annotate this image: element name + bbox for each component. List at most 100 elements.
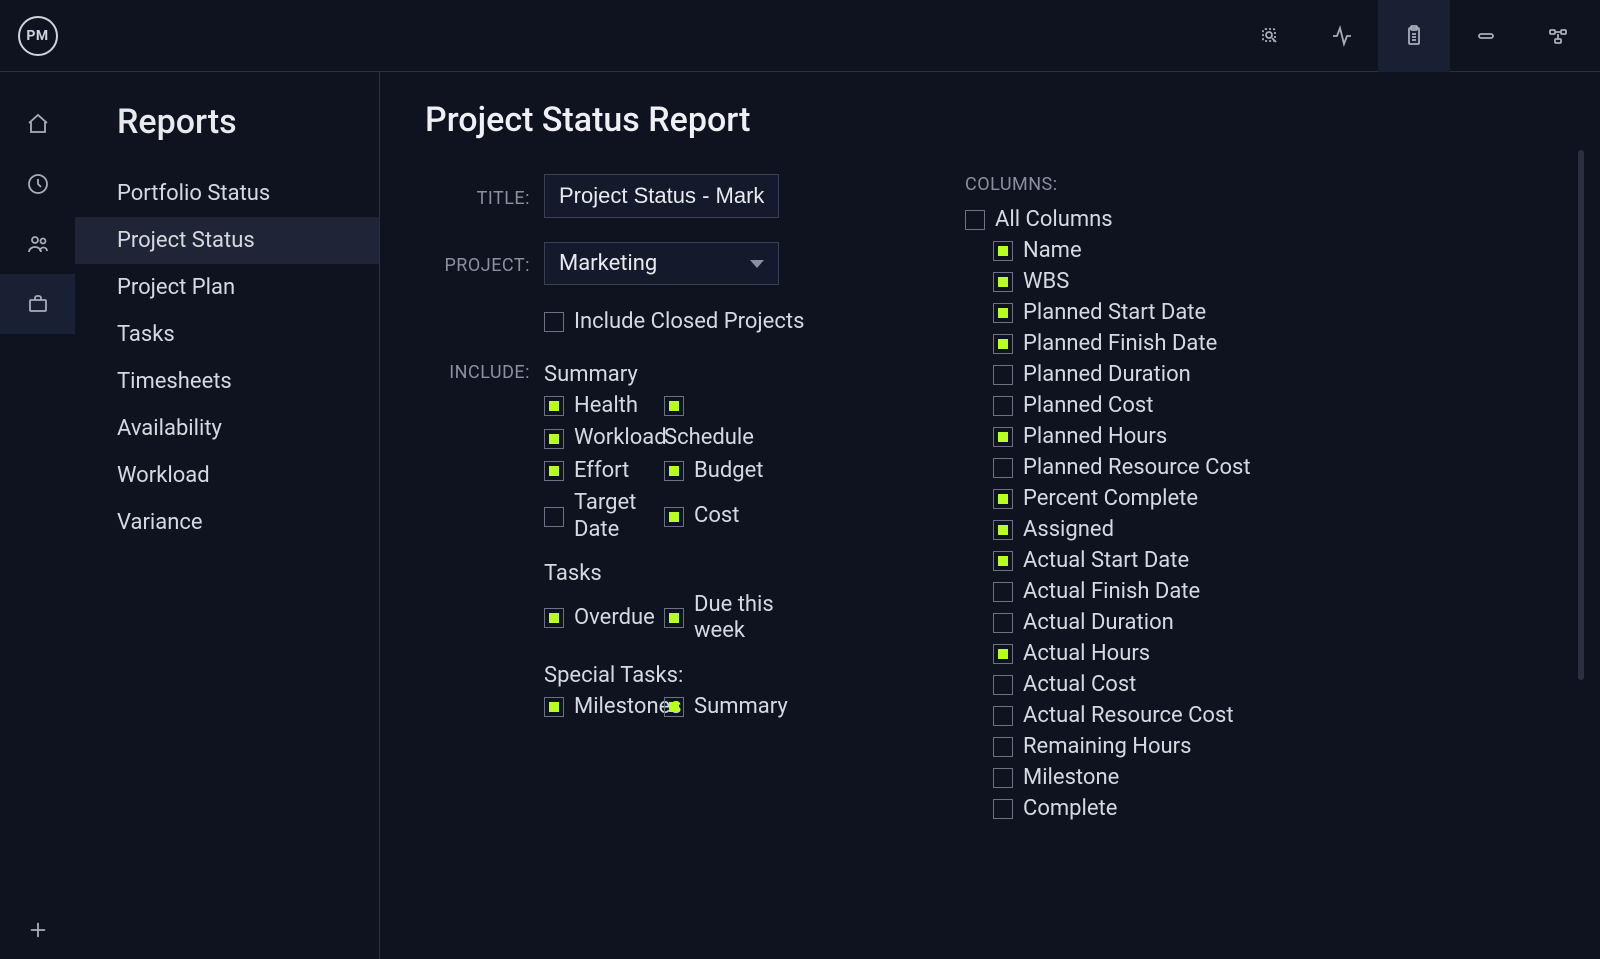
checkbox[interactable]	[965, 210, 985, 230]
clock-icon[interactable]	[0, 154, 75, 214]
column-option[interactable]: Actual Start Date	[965, 548, 1556, 573]
sidebar-item-project-status[interactable]: Project Status	[75, 217, 379, 264]
column-option[interactable]: Planned Start Date	[965, 300, 1556, 325]
column-option[interactable]: Complete	[965, 796, 1556, 821]
column-option-label: Actual Duration	[1023, 610, 1174, 635]
include-option-label: Schedule	[664, 425, 754, 451]
checkbox[interactable]	[664, 608, 684, 628]
include-section-heading: Tasks	[544, 561, 945, 586]
column-option-label: Planned Finish Date	[1023, 331, 1217, 356]
sidebar-item-variance[interactable]: Variance	[75, 499, 379, 546]
include-option[interactable]: Milestones	[544, 694, 664, 720]
column-option[interactable]: Actual Resource Cost	[965, 703, 1556, 728]
checkbox[interactable]	[544, 697, 564, 717]
column-option[interactable]: Actual Hours	[965, 641, 1556, 666]
include-option[interactable]: Cost	[664, 490, 784, 543]
clipboard-icon[interactable]	[1378, 0, 1450, 72]
checkbox[interactable]	[993, 675, 1013, 695]
include-label: INCLUDE:	[425, 358, 530, 383]
title-input[interactable]	[544, 174, 779, 218]
search-zoom-icon[interactable]	[1234, 0, 1306, 72]
include-option-label: Effort	[574, 458, 629, 484]
checkbox[interactable]	[544, 608, 564, 628]
checkbox[interactable]	[993, 365, 1013, 385]
checkbox[interactable]	[993, 520, 1013, 540]
sidebar-item-workload[interactable]: Workload	[75, 452, 379, 499]
column-option[interactable]: Actual Duration	[965, 610, 1556, 635]
sidebar-item-project-plan[interactable]: Project Plan	[75, 264, 379, 311]
checkbox[interactable]	[544, 461, 564, 481]
include-option[interactable]: Workload	[544, 425, 664, 451]
sidebar-item-availability[interactable]: Availability	[75, 405, 379, 452]
include-option[interactable]	[664, 393, 784, 419]
add-button[interactable]	[0, 919, 75, 941]
project-select[interactable]: Marketing	[544, 242, 779, 285]
include-closed-checkbox[interactable]	[544, 312, 564, 332]
checkbox[interactable]	[993, 799, 1013, 819]
column-option-label: Planned Duration	[1023, 362, 1191, 387]
checkbox[interactable]	[993, 737, 1013, 757]
column-option[interactable]: Planned Resource Cost	[965, 455, 1556, 480]
checkbox[interactable]	[993, 303, 1013, 323]
checkbox[interactable]	[993, 241, 1013, 261]
checkbox[interactable]	[993, 582, 1013, 602]
checkbox[interactable]	[993, 272, 1013, 292]
checkbox[interactable]	[664, 507, 684, 527]
include-closed-row[interactable]: Include Closed Projects	[544, 309, 945, 334]
column-option[interactable]: Assigned	[965, 517, 1556, 542]
column-option[interactable]: Name	[965, 238, 1556, 263]
checkbox[interactable]	[664, 697, 684, 717]
checkbox[interactable]	[664, 396, 684, 416]
checkbox[interactable]	[993, 489, 1013, 509]
include-option[interactable]: Health	[544, 393, 664, 419]
scrollbar[interactable]	[1578, 150, 1584, 680]
include-option[interactable]: Overdue	[544, 592, 664, 645]
include-option[interactable]: Budget	[664, 458, 784, 484]
column-option-label: Complete	[1023, 796, 1117, 821]
sidebar-item-timesheets[interactable]: Timesheets	[75, 358, 379, 405]
include-option-label: Target Date	[574, 490, 664, 543]
column-option[interactable]: Remaining Hours	[965, 734, 1556, 759]
people-icon[interactable]	[0, 214, 75, 274]
checkbox[interactable]	[993, 458, 1013, 478]
checkbox[interactable]	[993, 396, 1013, 416]
include-option[interactable]: Target Date	[544, 490, 664, 543]
column-option[interactable]: Percent Complete	[965, 486, 1556, 511]
brand-logo[interactable]: PM	[18, 16, 58, 56]
checkbox[interactable]	[993, 644, 1013, 664]
checkbox[interactable]	[993, 706, 1013, 726]
flow-icon[interactable]	[1522, 0, 1594, 72]
checkbox[interactable]	[544, 429, 564, 449]
include-option[interactable]: Summary	[664, 694, 784, 720]
column-option-all[interactable]: All Columns	[965, 207, 1556, 232]
include-section-heading: Special Tasks:	[544, 663, 945, 688]
column-option[interactable]: Planned Cost	[965, 393, 1556, 418]
column-option[interactable]: WBS	[965, 269, 1556, 294]
include-option[interactable]: Schedule	[664, 425, 784, 451]
activity-icon[interactable]	[1306, 0, 1378, 72]
page-title: Project Status Report	[425, 100, 1580, 140]
checkbox[interactable]	[993, 613, 1013, 633]
briefcase-icon[interactable]	[0, 274, 75, 334]
include-option[interactable]: Due this week	[664, 592, 784, 645]
include-section-heading: Summary	[544, 362, 945, 387]
sidebar-item-portfolio-status[interactable]: Portfolio Status	[75, 170, 379, 217]
checkbox[interactable]	[544, 396, 564, 416]
column-option[interactable]: Planned Hours	[965, 424, 1556, 449]
checkbox[interactable]	[544, 507, 564, 527]
checkbox[interactable]	[993, 334, 1013, 354]
column-option[interactable]: Planned Finish Date	[965, 331, 1556, 356]
minus-icon[interactable]	[1450, 0, 1522, 72]
checkbox[interactable]	[993, 427, 1013, 447]
checkbox[interactable]	[993, 768, 1013, 788]
column-option[interactable]: Actual Cost	[965, 672, 1556, 697]
include-option-label: Health	[574, 393, 638, 419]
checkbox[interactable]	[664, 461, 684, 481]
column-option[interactable]: Actual Finish Date	[965, 579, 1556, 604]
home-icon[interactable]	[0, 94, 75, 154]
checkbox[interactable]	[993, 551, 1013, 571]
include-option[interactable]: Effort	[544, 458, 664, 484]
sidebar-item-tasks[interactable]: Tasks	[75, 311, 379, 358]
column-option[interactable]: Planned Duration	[965, 362, 1556, 387]
column-option[interactable]: Milestone	[965, 765, 1556, 790]
